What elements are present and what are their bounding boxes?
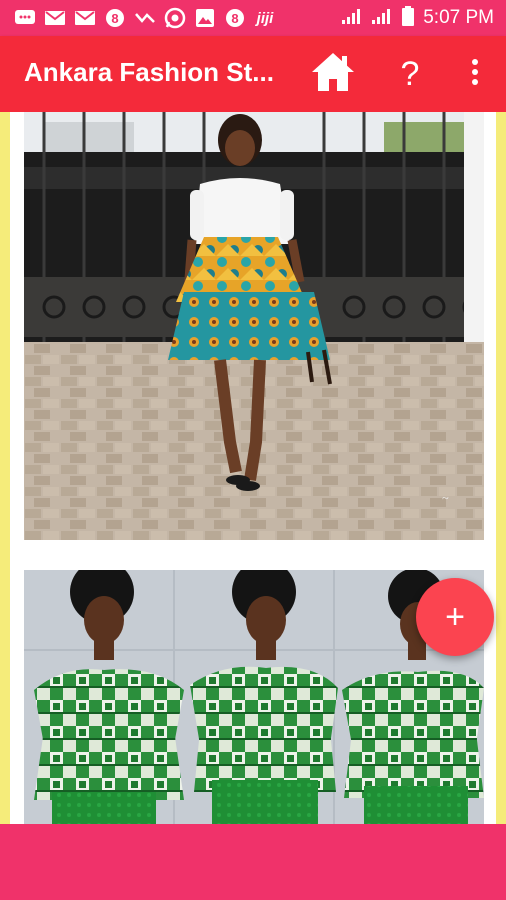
plus-icon: + (445, 598, 465, 636)
signal-icon (371, 7, 393, 30)
jiji-icon: jiji (256, 9, 274, 27)
notification-icons: 8 8 jiji (0, 7, 276, 29)
gallery-card[interactable]: ~ (10, 112, 496, 560)
svg-text:8: 8 (231, 11, 238, 26)
add-fab-button[interactable]: + (416, 578, 494, 656)
svg-text:8: 8 (111, 11, 118, 26)
help-button[interactable]: ? (388, 36, 432, 112)
app-title: Ankara Fashion St... (24, 57, 274, 87)
gallery-list[interactable]: ~ (0, 112, 506, 824)
home-button[interactable] (306, 36, 360, 112)
signal-icon (341, 7, 363, 30)
status-time: 5:07 PM (423, 7, 494, 28)
app-bar: Ankara Fashion St... ? (0, 36, 506, 112)
opera-icon: 8 (104, 8, 126, 28)
bottom-banner (0, 824, 506, 900)
image-icon (194, 8, 216, 28)
more-vert-icon (471, 58, 479, 91)
check-icon (134, 8, 156, 28)
fashion-photo[interactable]: ~ (24, 112, 484, 540)
status-bar: 8 8 jiji 5:07 PM (0, 0, 506, 36)
chat-bubble-icon (14, 8, 36, 28)
overflow-menu-button[interactable] (460, 36, 490, 112)
system-icons: 5:07 PM (341, 0, 494, 36)
help-icon: ? (400, 54, 420, 93)
mail-icon (44, 8, 66, 28)
fashion-photo[interactable] (24, 570, 484, 824)
battery-icon (401, 5, 415, 31)
home-icon (310, 51, 356, 98)
whatsapp-icon (164, 7, 186, 29)
opera-icon: 8 (224, 8, 246, 28)
mail-icon (74, 8, 96, 28)
svg-text:~: ~ (442, 491, 449, 505)
